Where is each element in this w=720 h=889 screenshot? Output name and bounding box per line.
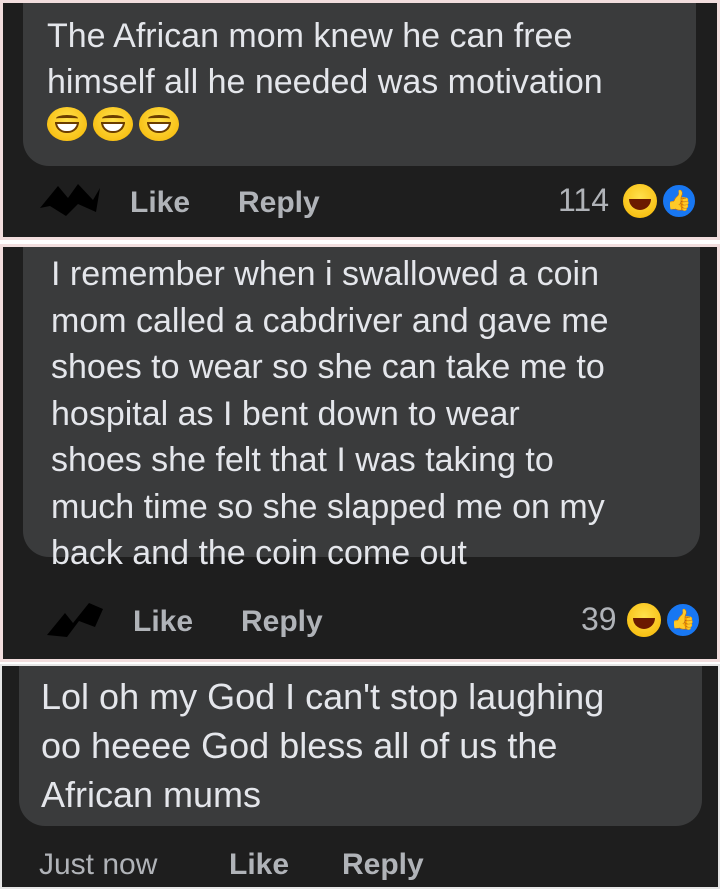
comment-text-line: shoes she felt that I was taking to: [51, 441, 554, 479]
reply-button[interactable]: Reply: [238, 186, 320, 220]
comment-text-line: African mums: [41, 774, 262, 815]
laughing-emoji-icon: [47, 107, 87, 141]
laughing-emoji-icon: [139, 107, 179, 141]
comment-panel-3: Lol oh my God I can't stop laughing oo h…: [0, 664, 720, 889]
comment-panel-2: I remember when i swallowed a coin mom c…: [0, 244, 720, 662]
comment-text-line: The African mom knew he can free: [47, 17, 573, 55]
reply-button[interactable]: Reply: [342, 848, 424, 882]
laughing-emoji-icon: [93, 107, 133, 141]
comment-bubble: Lol oh my God I can't stop laughing oo h…: [19, 666, 702, 826]
comment-actions: Just now Like Reply: [2, 846, 718, 887]
reply-button[interactable]: Reply: [241, 605, 323, 639]
comment-text-line: much time so she slapped me on my: [51, 487, 605, 526]
comment-text-line: oo heeee God bless all of us the: [41, 725, 558, 766]
haha-reaction-icon: [621, 182, 659, 220]
like-button[interactable]: Like: [133, 605, 193, 639]
emoji-row: [47, 107, 672, 141]
comment-timestamp: Just now: [39, 848, 158, 881]
redaction-scribble: [47, 603, 103, 637]
redaction-scribble: [40, 184, 100, 216]
haha-reaction-icon: [625, 601, 663, 639]
reaction-count[interactable]: 114: [558, 182, 609, 219]
like-button[interactable]: Like: [130, 186, 190, 220]
comment-bubble: I remember when i swallowed a coin mom c…: [23, 247, 700, 572]
comment-actions: Like Reply 39 👍: [3, 597, 717, 647]
comment-text-line: Lol oh my God I can't stop laughing: [41, 676, 605, 717]
comment-text-line: hospital as I bent down to wear: [51, 394, 520, 433]
like-button[interactable]: Like: [229, 848, 289, 882]
thumbs-up-reaction-icon: 👍: [661, 183, 697, 219]
comment-text-line: mom called a cabdriver and gave me: [51, 301, 609, 340]
comment-panel-1: The African mom knew he can free himself…: [0, 0, 720, 240]
comment-text-line: back and the coin come out: [51, 534, 467, 572]
comment-text-line: shoes to wear so she can take me to: [51, 348, 605, 386]
comment-bubble: The African mom knew he can free himself…: [23, 3, 696, 166]
reaction-count[interactable]: 39: [581, 601, 617, 638]
comment-text-line: himself all he needed was motivation: [47, 63, 603, 101]
comment-text-line: I remember when i swallowed a coin: [51, 255, 600, 293]
thumbs-up-reaction-icon: 👍: [665, 602, 701, 638]
comment-actions: Like Reply 114 👍: [3, 178, 717, 228]
